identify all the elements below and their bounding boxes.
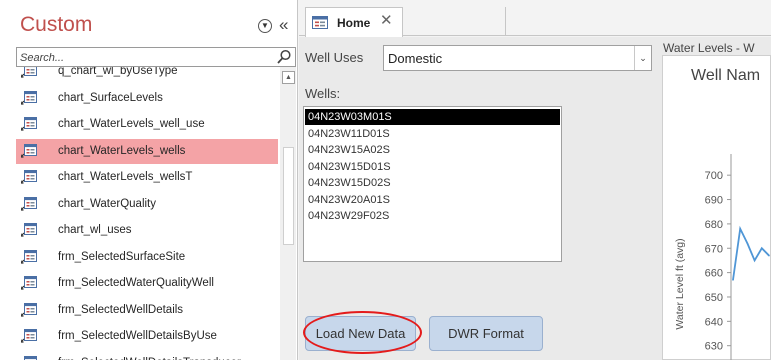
form-icon (21, 302, 37, 317)
form-icon (21, 170, 37, 184)
nav-item[interactable]: chart_SurfaceLevels (16, 86, 278, 111)
y-tick-label: 640 (705, 316, 723, 328)
chart-frame: Well Nam Water Level ft (avg) 630 640 650 660… (662, 55, 771, 360)
form-icon (21, 143, 37, 158)
wells-listbox[interactable]: 04N23W03M01S 04N23W11D01S 04N23W15A02S 04N2… (303, 106, 562, 262)
well-list-item[interactable]: 04N23W15A02S (305, 142, 560, 158)
nav-item-label: chart_WaterQuality (58, 197, 156, 210)
nav-item[interactable]: chart_wl_uses (16, 218, 278, 243)
y-tick-label: 660 (705, 268, 723, 280)
y-tick-label: 690 (705, 195, 723, 207)
tab-divider (505, 7, 506, 35)
chevron-down-icon[interactable]: ▼ (258, 19, 272, 33)
data-point (746, 242, 749, 245)
collapse-pane-icon[interactable]: « (279, 15, 288, 35)
nav-item-label: frm_SelectedWellDetailsByUse (58, 330, 217, 342)
scroll-thumb[interactable] (283, 147, 294, 245)
search-input[interactable] (20, 50, 270, 65)
access-window: Custom ▼ « q_chart_wl_byUseType chart_Sur… (0, 0, 771, 360)
form-icon (21, 249, 37, 264)
nav-title[interactable]: Custom (20, 13, 92, 37)
nav-item-label: frm_SelectedWaterQualityWell (58, 277, 214, 289)
nav-item[interactable]: q_chart_wl_byUseType (16, 67, 278, 84)
y-tick-label: 670 (705, 243, 723, 255)
dwr-format-button[interactable]: DWR Format (429, 316, 543, 351)
nav-item-label: chart_wl_uses (58, 224, 132, 236)
close-icon[interactable]: ✕ (380, 12, 393, 30)
nav-item-label: chart_WaterLevels_wells (58, 144, 186, 157)
nav-item[interactable]: chart_WaterLevels_wells (16, 138, 278, 164)
y-tick-label: 650 (705, 292, 723, 304)
well-list-item[interactable]: 04N23W03M01S (305, 109, 560, 125)
form-icon (312, 16, 328, 29)
nav-item-label: frm_SelectedWellDetailsTransducer (58, 357, 241, 360)
nav-item[interactable]: frm_SelectedWellDetails (16, 298, 278, 323)
chart-title: Well Nam (691, 67, 760, 84)
search-box[interactable] (16, 47, 296, 67)
data-point (732, 279, 734, 281)
data-point (761, 247, 763, 250)
highlight-circle (303, 311, 422, 354)
well-list-item[interactable]: 04N23W20A01S (305, 192, 560, 208)
y-tick-label: 680 (705, 219, 723, 231)
form-icon (21, 223, 37, 237)
water-level-chart: Well Nam Water Level ft (avg) 630 640 650 660… (674, 67, 770, 360)
form-icon (21, 67, 37, 78)
nav-item[interactable]: frm_SelectedWellDetailsTransducer (16, 351, 278, 360)
nav-item-label: frm_SelectedWellDetails (58, 303, 184, 316)
nav-header: Custom ▼ « (0, 0, 297, 42)
wells-label: Wells: (305, 86, 341, 101)
nav-item-label: chart_WaterLevels_well_use (58, 118, 205, 130)
nav-item[interactable]: frm_SelectedWaterQualityWell (16, 271, 278, 296)
well-list-item[interactable]: 04N23W11D01S (305, 126, 560, 142)
nav-item[interactable]: chart_WaterQuality (16, 192, 278, 217)
well-uses-label: Well Uses (305, 50, 364, 65)
nav-item[interactable]: frm_SelectedWellDetailsByUse (16, 324, 278, 349)
nav-object-list: q_chart_wl_byUseType chart_SurfaceLevelsc… (16, 67, 278, 360)
y-tick-label: 700 (705, 170, 723, 182)
form-icon (21, 90, 37, 105)
well-list-item[interactable]: 04N23W29F02S (305, 208, 560, 224)
tab-label: Home (337, 16, 371, 30)
nav-item[interactable]: chart_WaterLevels_wellsT (16, 165, 278, 190)
data-point (753, 259, 756, 262)
well-uses-select[interactable]: Domestic ⌄ (383, 45, 652, 71)
nav-item-label: q_chart_wl_byUseType (58, 67, 178, 77)
nav-item[interactable]: frm_SelectedSurfaceSite (16, 245, 278, 270)
y-axis-label: Water Level ft (avg) (674, 238, 686, 329)
chart-caption: Water Levels - W (663, 41, 755, 55)
y-tick-label: 630 (705, 341, 723, 353)
well-uses-value: Domestic (388, 51, 443, 66)
navigation-pane: Custom ▼ « q_chart_wl_byUseType chart_Sur… (0, 0, 298, 360)
chevron-down-icon[interactable]: ⌄ (634, 46, 651, 70)
tab-home[interactable]: Home ✕ (305, 7, 403, 37)
data-point (739, 227, 741, 230)
well-list-item[interactable]: 04N23W15D02S (305, 175, 560, 191)
form-icon (21, 329, 37, 343)
data-point (768, 254, 770, 257)
form-icon (21, 117, 37, 131)
nav-scrollbar[interactable]: ▲ (280, 67, 296, 360)
form-icon (21, 276, 37, 290)
scroll-up-icon[interactable]: ▲ (282, 71, 295, 84)
form-icon (21, 196, 37, 211)
nav-item-label: frm_SelectedSurfaceSite (58, 250, 186, 263)
nav-item-label: chart_SurfaceLevels (58, 91, 163, 104)
well-list-item[interactable]: 04N23W15D01S (305, 159, 560, 175)
form-icon (24, 355, 37, 360)
nav-item-label: chart_WaterLevels_wellsT (58, 171, 193, 183)
nav-item[interactable]: chart_WaterLevels_well_use (16, 112, 278, 137)
search-icon[interactable] (276, 49, 292, 65)
series-line (732, 225, 770, 281)
